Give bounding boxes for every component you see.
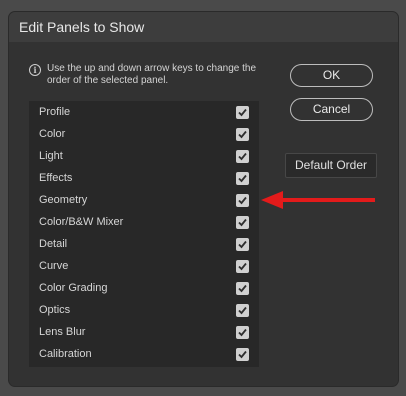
panel-label: Curve [39, 260, 69, 272]
panel-row[interactable]: Color Grading [29, 277, 259, 299]
red-arrow-annotation [261, 191, 375, 209]
cancel-button[interactable]: Cancel [290, 98, 373, 121]
panel-checkbox[interactable] [236, 259, 249, 273]
panel-label: Detail [39, 238, 68, 250]
panel-checkbox[interactable] [236, 325, 249, 339]
panel-checkbox[interactable] [236, 237, 249, 251]
panel-checkbox[interactable] [236, 127, 249, 141]
panel-row[interactable]: Effects [29, 167, 259, 189]
dialog-title: Edit Panels to Show [9, 12, 398, 42]
panel-row[interactable]: Profile [29, 101, 259, 123]
info-icon: i [29, 64, 41, 76]
info-message: i Use the up and down arrow keys to chan… [29, 63, 269, 87]
panel-row[interactable]: Optics [29, 299, 259, 321]
panel-checkbox[interactable] [236, 193, 249, 207]
panel-label: Optics [39, 304, 71, 316]
panel-checkbox[interactable] [236, 105, 249, 119]
panel-row[interactable]: Lens Blur [29, 321, 259, 343]
edit-panels-dialog: Edit Panels to Show i Use the up and dow… [9, 12, 398, 386]
panel-checkbox[interactable] [236, 171, 249, 185]
panel-label: Color [39, 128, 66, 140]
panel-label: Geometry [39, 194, 88, 206]
panel-row[interactable]: Light [29, 145, 259, 167]
panel-label: Light [39, 150, 63, 162]
panel-row[interactable]: Color/B&W Mixer [29, 211, 259, 233]
panel-checkbox[interactable] [236, 215, 249, 229]
panel-row[interactable]: Color [29, 123, 259, 145]
panel-checkbox[interactable] [236, 149, 249, 163]
default-order-button[interactable]: Default Order [285, 153, 377, 178]
panel-label: Color Grading [39, 282, 108, 294]
info-text: Use the up and down arrow keys to change… [47, 63, 257, 86]
panel-checkbox[interactable] [236, 347, 249, 361]
panel-row[interactable]: Curve [29, 255, 259, 277]
panel-checkbox[interactable] [236, 303, 249, 317]
ok-button[interactable]: OK [290, 64, 373, 87]
panel-label: Lens Blur [39, 326, 86, 338]
panel-row[interactable]: Detail [29, 233, 259, 255]
panel-label: Profile [39, 106, 71, 118]
panel-label: Calibration [39, 348, 92, 360]
panel-list: Profile Color Light Effects Geometry Color/B&… [29, 101, 259, 367]
panel-label: Color/B&W Mixer [39, 216, 124, 228]
panel-label: Effects [39, 172, 73, 184]
panel-row[interactable]: Geometry [29, 189, 259, 211]
panel-checkbox[interactable] [236, 281, 249, 295]
arrow-head [261, 191, 283, 209]
panel-row[interactable]: Calibration [29, 343, 259, 365]
